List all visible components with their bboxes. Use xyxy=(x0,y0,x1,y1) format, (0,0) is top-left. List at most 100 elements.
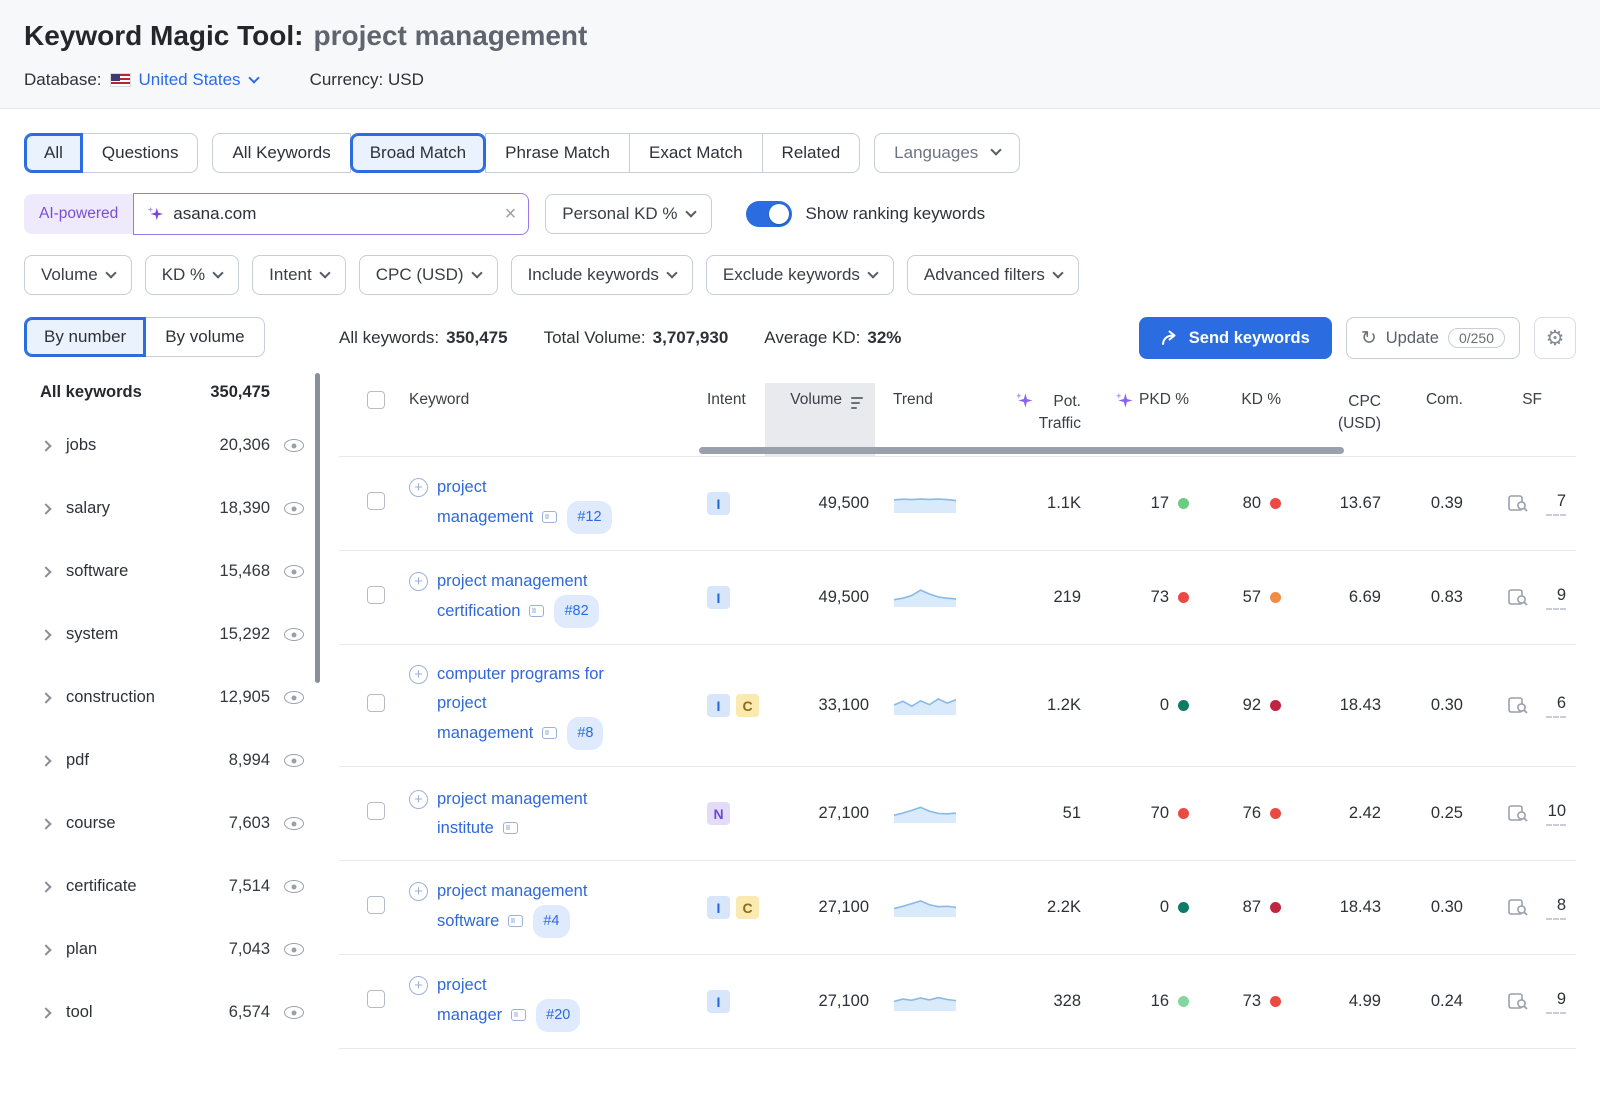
eye-icon[interactable] xyxy=(284,817,304,830)
col-intent[interactable]: Intent xyxy=(687,383,765,456)
keyword-link[interactable]: project management xyxy=(437,790,587,808)
col-keyword[interactable]: Keyword xyxy=(395,383,687,456)
add-keyword-icon[interactable]: + xyxy=(409,976,428,995)
serp-icon[interactable] xyxy=(1508,805,1529,823)
tab-related[interactable]: Related xyxy=(762,133,861,173)
keyword-link[interactable]: institute xyxy=(437,819,494,837)
serp-page-icon[interactable] xyxy=(508,915,523,927)
send-keywords-button[interactable]: Send keywords xyxy=(1139,317,1332,359)
add-keyword-icon[interactable]: + xyxy=(409,882,428,901)
serp-page-icon[interactable] xyxy=(529,605,544,617)
tab-all[interactable]: All xyxy=(24,133,83,173)
serp-icon[interactable] xyxy=(1508,993,1529,1011)
sidebar-scrollbar[interactable] xyxy=(315,373,320,683)
eye-icon[interactable] xyxy=(284,502,304,515)
serp-icon[interactable] xyxy=(1508,495,1529,513)
row-checkbox[interactable] xyxy=(367,990,385,1008)
keyword-link[interactable]: software xyxy=(437,912,499,930)
row-checkbox[interactable] xyxy=(367,492,385,510)
sf-value[interactable]: 10 xyxy=(1546,802,1566,826)
row-checkbox[interactable] xyxy=(367,586,385,604)
update-button[interactable]: ↻ Update 0/250 xyxy=(1346,317,1520,359)
expand-chevron-icon[interactable] xyxy=(40,1007,51,1018)
filter-kd[interactable]: KD % xyxy=(145,255,239,295)
filter-include-keywords[interactable]: Include keywords xyxy=(511,255,693,295)
expand-chevron-icon[interactable] xyxy=(40,440,51,451)
serp-icon[interactable] xyxy=(1508,697,1529,715)
col-com[interactable]: Com. xyxy=(1387,383,1469,456)
sidebar-header[interactable]: All keywords 350,475 xyxy=(24,357,314,414)
row-checkbox[interactable] xyxy=(367,896,385,914)
eye-icon[interactable] xyxy=(284,439,304,452)
clear-search-icon[interactable]: × xyxy=(505,204,517,224)
col-pkd[interactable]: PKD % xyxy=(1087,383,1195,456)
keyword-link[interactable]: project xyxy=(437,478,487,496)
col-cpc[interactable]: CPC(USD) xyxy=(1287,383,1387,456)
sf-value[interactable]: 9 xyxy=(1546,586,1566,610)
serp-page-icon[interactable] xyxy=(511,1009,526,1021)
expand-chevron-icon[interactable] xyxy=(40,755,51,766)
languages-dropdown[interactable]: Languages xyxy=(874,133,1020,173)
tab-broad-match[interactable]: Broad Match xyxy=(350,133,486,173)
keyword-link[interactable]: management xyxy=(437,724,533,742)
add-keyword-icon[interactable]: + xyxy=(409,572,428,591)
keyword-link[interactable]: certification xyxy=(437,602,520,620)
keyword-group-row[interactable]: course7,603 xyxy=(24,792,314,855)
show-ranking-toggle[interactable] xyxy=(746,201,792,227)
serp-page-icon[interactable] xyxy=(542,727,557,739)
keyword-link[interactable]: manager xyxy=(437,1006,502,1024)
keyword-group-row[interactable]: plan7,043 xyxy=(24,918,314,981)
col-kd[interactable]: KD % xyxy=(1195,383,1287,456)
add-keyword-icon[interactable]: + xyxy=(409,665,428,684)
keyword-link[interactable]: management xyxy=(437,508,533,526)
eye-icon[interactable] xyxy=(284,691,304,704)
eye-icon[interactable] xyxy=(284,565,304,578)
eye-icon[interactable] xyxy=(284,943,304,956)
keyword-group-row[interactable]: construction12,905 xyxy=(24,666,314,729)
filter-exclude-keywords[interactable]: Exclude keywords xyxy=(706,255,894,295)
col-volume[interactable]: Volume xyxy=(765,383,875,456)
expand-chevron-icon[interactable] xyxy=(40,566,51,577)
row-checkbox[interactable] xyxy=(367,694,385,712)
keyword-group-row[interactable]: software15,468 xyxy=(24,540,314,603)
filter-volume[interactable]: Volume xyxy=(24,255,132,295)
keyword-link[interactable]: project xyxy=(437,976,487,994)
expand-chevron-icon[interactable] xyxy=(40,818,51,829)
col-trend[interactable]: Trend xyxy=(875,383,975,456)
settings-button[interactable]: ⚙ xyxy=(1534,317,1576,359)
serp-page-icon[interactable] xyxy=(503,822,518,834)
keyword-link[interactable]: project management xyxy=(437,572,587,590)
eye-icon[interactable] xyxy=(284,1006,304,1019)
add-keyword-icon[interactable]: + xyxy=(409,478,428,497)
keyword-group-row[interactable]: pdf8,994 xyxy=(24,729,314,792)
tab-all-keywords[interactable]: All Keywords xyxy=(212,133,350,173)
sf-value[interactable]: 7 xyxy=(1546,492,1566,516)
tab-phrase-match[interactable]: Phrase Match xyxy=(485,133,630,173)
serp-icon[interactable] xyxy=(1508,589,1529,607)
horizontal-scrollbar[interactable] xyxy=(699,447,1344,454)
keyword-link[interactable]: project xyxy=(437,694,487,712)
expand-chevron-icon[interactable] xyxy=(40,629,51,640)
keyword-link[interactable]: computer programs for xyxy=(437,665,604,683)
sf-value[interactable]: 8 xyxy=(1546,896,1566,920)
personal-kd-dropdown[interactable]: Personal KD % xyxy=(545,194,711,234)
serp-page-icon[interactable] xyxy=(542,511,557,523)
add-keyword-icon[interactable]: + xyxy=(409,790,428,809)
sf-value[interactable]: 6 xyxy=(1546,694,1566,718)
expand-chevron-icon[interactable] xyxy=(40,503,51,514)
tab-by-number[interactable]: By number xyxy=(24,317,146,357)
sf-value[interactable]: 9 xyxy=(1546,990,1566,1014)
tab-by-volume[interactable]: By volume xyxy=(145,317,264,357)
keyword-group-row[interactable]: salary18,390 xyxy=(24,477,314,540)
tab-exact-match[interactable]: Exact Match xyxy=(629,133,763,173)
expand-chevron-icon[interactable] xyxy=(40,692,51,703)
database-selector[interactable]: United States xyxy=(139,70,258,90)
eye-icon[interactable] xyxy=(284,754,304,767)
keyword-link[interactable]: project management xyxy=(437,882,587,900)
filter-intent[interactable]: Intent xyxy=(252,255,346,295)
col-sf[interactable]: SF xyxy=(1469,383,1576,456)
keyword-group-row[interactable]: certificate7,514 xyxy=(24,855,314,918)
eye-icon[interactable] xyxy=(284,880,304,893)
filter-cpc[interactable]: CPC (USD) xyxy=(359,255,498,295)
keyword-group-row[interactable]: system15,292 xyxy=(24,603,314,666)
